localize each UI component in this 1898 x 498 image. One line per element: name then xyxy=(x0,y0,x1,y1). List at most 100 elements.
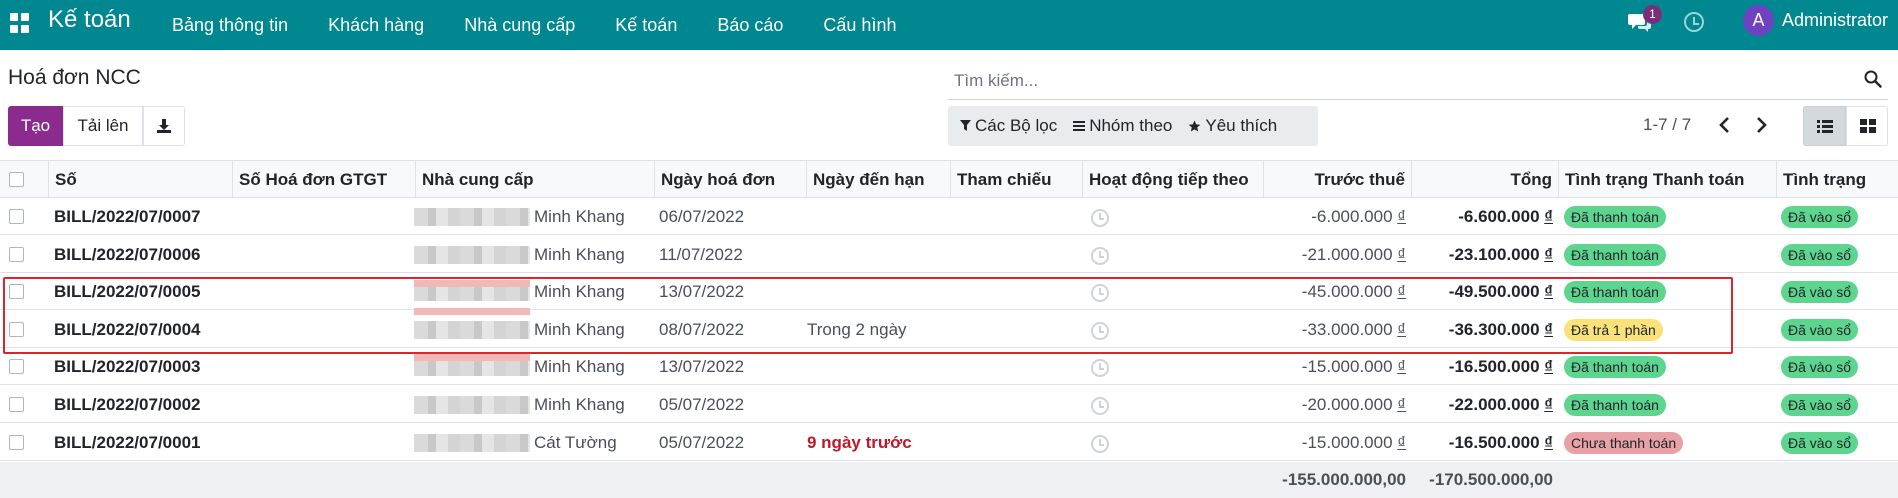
status-badge: Đã vào sổ xyxy=(1781,432,1859,454)
table-row[interactable]: BILL/2022/07/0007 Minh Khang 06/07/2022 -6.… xyxy=(0,198,1898,235)
bill-number: BILL/2022/07/0002 xyxy=(54,395,201,414)
untaxed-value: -45.000.000 xyxy=(1301,282,1393,301)
bill-number: BILL/2022/07/0006 xyxy=(54,245,201,264)
chevron-left-icon[interactable] xyxy=(1714,112,1736,138)
apps-menu-icon[interactable] xyxy=(10,13,30,33)
col-payment-status[interactable]: Tình trạng Thanh toán xyxy=(1558,161,1776,198)
col-vendor[interactable]: Nhà cung cấp xyxy=(415,161,654,198)
favorites-toggle[interactable]: Yêu thích xyxy=(1188,116,1277,136)
currency-symbol: ₫ xyxy=(1544,245,1553,264)
col-total[interactable]: Tổng xyxy=(1411,161,1558,198)
chat-count-badge: 1 xyxy=(1643,5,1662,24)
total-amount: -36.300.000 ₫ xyxy=(1411,311,1553,348)
filters-toggle[interactable]: Các Bộ lọc xyxy=(960,116,1057,136)
menu-item-accounting[interactable]: Kế toán xyxy=(615,15,677,36)
col-reference[interactable]: Tham chiếu xyxy=(950,161,1082,198)
redaction-strip xyxy=(414,280,530,287)
menu-item-customers[interactable]: Khách hàng xyxy=(328,15,424,36)
row-checkbox[interactable] xyxy=(9,397,24,412)
kanban-view-button[interactable] xyxy=(1846,106,1888,146)
invoice-date: 08/07/2022 xyxy=(659,320,745,339)
currency-symbol: ₫ xyxy=(1544,395,1553,414)
activity-clock-icon[interactable] xyxy=(1091,247,1109,265)
table-row[interactable]: BILL/2022/07/0001 Cát Tường 05/07/2022 9 ng… xyxy=(0,424,1898,461)
vendor-name: Minh Khang xyxy=(534,245,625,264)
payment-status-badge: Đã trả 1 phần xyxy=(1564,319,1663,341)
col-status[interactable]: Tình trạng xyxy=(1776,161,1898,198)
page-title: Hoá đơn NCC xyxy=(8,66,141,89)
row-checkbox[interactable] xyxy=(9,322,24,337)
activity-clock-icon[interactable] xyxy=(1091,397,1109,415)
main-menu: Bảng thông tin Khách hàng Nhà cung cấp K… xyxy=(172,0,936,50)
col-untaxed[interactable]: Trước thuế xyxy=(1263,161,1411,198)
activity-clock-icon[interactable] xyxy=(1091,435,1109,453)
top-navbar: Kế toán Bảng thông tin Khách hàng Nhà cu… xyxy=(0,0,1898,50)
search-icon[interactable] xyxy=(1864,70,1882,88)
table-row[interactable]: BILL/2022/07/0005 Minh Khang 13/07/2022 -45… xyxy=(0,273,1898,310)
untaxed-value: -21.000.000 xyxy=(1301,245,1393,264)
menu-item-dashboard[interactable]: Bảng thông tin xyxy=(172,15,288,36)
invoice-date: 13/07/2022 xyxy=(659,282,745,301)
activity-clock-icon[interactable] xyxy=(1091,322,1109,340)
table-row[interactable]: BILL/2022/07/0004 Minh Khang 08/07/2022 Tro… xyxy=(0,311,1898,348)
menu-item-configuration[interactable]: Cấu hình xyxy=(823,15,896,36)
total-value: -23.100.000 xyxy=(1448,245,1540,264)
list-view-button[interactable] xyxy=(1803,106,1846,146)
total-value: -36.300.000 xyxy=(1448,320,1540,339)
filter-icon xyxy=(960,120,971,131)
payment-status-badge: Đã thanh toán xyxy=(1564,206,1666,228)
invoice-date: 05/07/2022 xyxy=(659,395,745,414)
untaxed-value: -15.000.000 xyxy=(1301,357,1393,376)
bill-number: BILL/2022/07/0003 xyxy=(54,357,201,376)
bill-number: BILL/2022/07/0007 xyxy=(54,207,201,226)
create-button[interactable]: Tạo xyxy=(8,106,63,146)
activity-clock-icon[interactable] xyxy=(1684,12,1704,32)
untaxed-amount: -45.000.000 ₫ xyxy=(1263,273,1406,310)
col-invoice-date[interactable]: Ngày hoá đơn xyxy=(654,161,806,198)
activity-clock-icon[interactable] xyxy=(1091,284,1109,302)
menu-item-reports[interactable]: Báo cáo xyxy=(717,15,783,36)
table-row[interactable]: BILL/2022/07/0006 Minh Khang 11/07/2022 -21… xyxy=(0,236,1898,273)
filters-label: Các Bộ lọc xyxy=(975,116,1058,135)
untaxed-amount: -15.000.000 ₫ xyxy=(1263,348,1406,385)
table-row[interactable]: BILL/2022/07/0003 Minh Khang 13/07/2022 -15… xyxy=(0,348,1898,385)
upload-button[interactable]: Tải lên xyxy=(63,106,143,146)
payment-status-badge: Đã thanh toán xyxy=(1564,356,1666,378)
status-badge: Đã vào sổ xyxy=(1781,281,1859,303)
chevron-right-icon[interactable] xyxy=(1750,112,1772,138)
row-checkbox[interactable] xyxy=(9,359,24,374)
col-vat-invoice[interactable]: Số Hoá đơn GTGT xyxy=(232,161,415,198)
group-by-toggle[interactable]: Nhóm theo xyxy=(1073,116,1172,136)
currency-symbol: ₫ xyxy=(1397,282,1406,301)
currency-symbol: ₫ xyxy=(1544,320,1553,339)
payment-status-badge: Chưa thanh toán xyxy=(1564,432,1684,454)
col-number[interactable]: Số xyxy=(48,161,232,198)
search-input[interactable] xyxy=(954,68,1814,94)
total-value: -6.600.000 xyxy=(1458,207,1540,226)
activity-clock-icon[interactable] xyxy=(1091,359,1109,377)
row-checkbox[interactable] xyxy=(9,209,24,224)
total-amount: -23.100.000 ₫ xyxy=(1411,236,1553,273)
username[interactable]: Administrator xyxy=(1782,10,1888,31)
vendor-redacted xyxy=(414,321,530,339)
untaxed-amount: -15.000.000 ₫ xyxy=(1263,424,1406,461)
col-due-date[interactable]: Ngày đến hạn xyxy=(806,161,950,198)
row-checkbox[interactable] xyxy=(9,435,24,450)
app-brand[interactable]: Kế toán xyxy=(48,6,131,34)
total-untaxed-sum: -155.000.000,00 xyxy=(1282,470,1406,489)
menu-item-vendors[interactable]: Nhà cung cấp xyxy=(464,15,575,36)
vendor-redacted xyxy=(414,246,530,264)
group-by-label: Nhóm theo xyxy=(1089,116,1173,135)
untaxed-value: -6.000.000 xyxy=(1311,207,1393,226)
activity-clock-icon[interactable] xyxy=(1091,209,1109,227)
pager-value[interactable]: 1-7 / 7 xyxy=(1643,115,1691,135)
table-row[interactable]: BILL/2022/07/0002 Minh Khang 05/07/2022 -20… xyxy=(0,386,1898,423)
avatar[interactable]: A xyxy=(1743,5,1774,36)
untaxed-value: -15.000.000 xyxy=(1301,433,1393,452)
download-button[interactable] xyxy=(143,106,185,146)
row-checkbox[interactable] xyxy=(9,247,24,262)
row-checkbox[interactable] xyxy=(9,284,24,299)
select-all-checkbox[interactable] xyxy=(9,172,24,187)
payment-status-badge: Đã thanh toán xyxy=(1564,394,1666,416)
col-next-activity[interactable]: Hoạt động tiếp theo xyxy=(1082,161,1263,198)
